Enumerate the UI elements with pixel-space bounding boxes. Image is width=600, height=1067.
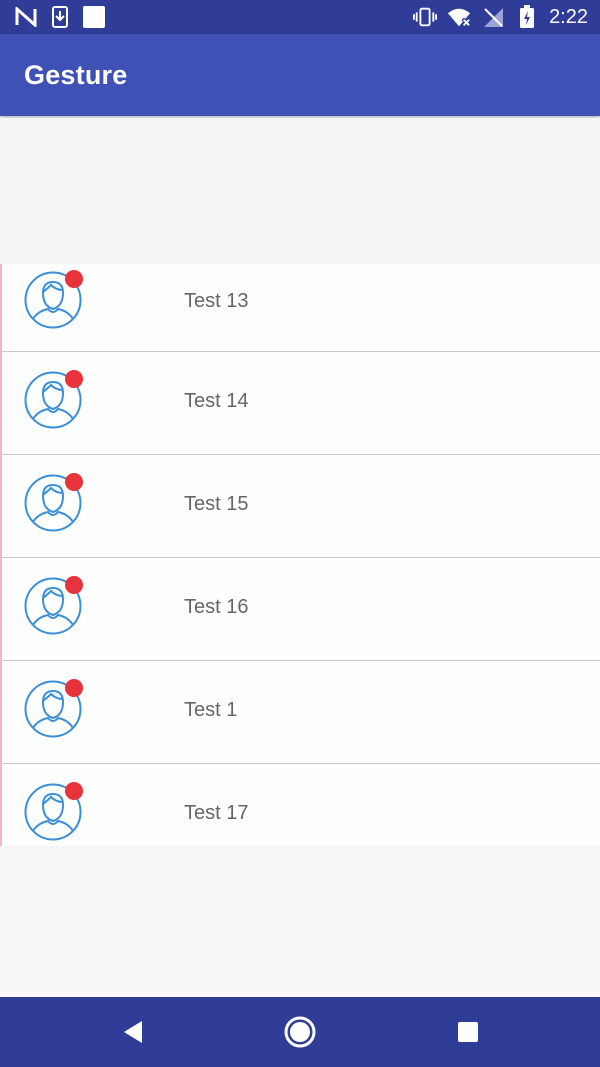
- list-item[interactable]: Test 16: [0, 558, 600, 661]
- back-icon[interactable]: [115, 1015, 149, 1049]
- home-icon[interactable]: [283, 1015, 317, 1049]
- item-label: Test 14: [184, 390, 249, 412]
- wifi-off-icon: [447, 5, 472, 29]
- status-bar: 2:22: [0, 0, 600, 34]
- item-label: Test 17: [184, 802, 249, 824]
- list-item[interactable]: Test 17: [0, 764, 600, 846]
- navigation-bar: [0, 997, 600, 1067]
- recents-icon[interactable]: [451, 1015, 485, 1049]
- list-item[interactable]: Test 1: [0, 661, 600, 764]
- list-item[interactable]: Test 14: [0, 352, 600, 455]
- empty-header-area: [0, 118, 600, 264]
- list-item[interactable]: Test 15: [0, 455, 600, 558]
- item-label: Test 15: [184, 493, 249, 515]
- notification-badge: [65, 679, 83, 697]
- notification-badge: [65, 782, 83, 800]
- empty-footer-area: [0, 848, 600, 997]
- item-label: Test 1: [184, 699, 238, 721]
- notification-badge: [65, 473, 83, 491]
- battery-charging-icon: [515, 5, 539, 29]
- status-time: 2:22: [549, 6, 588, 28]
- notification-badge: [65, 270, 83, 288]
- item-list: Test 13 Test 14 Test 15 Test 16 Test 1 T: [0, 264, 600, 846]
- app-title: Gesture: [24, 60, 128, 90]
- download-icon: [48, 5, 72, 29]
- list-item[interactable]: Test 13: [0, 264, 600, 352]
- signal-off-icon: [481, 5, 505, 29]
- notification-badge: [65, 370, 83, 388]
- square-icon: [82, 5, 106, 29]
- app-bar: Gesture: [0, 34, 600, 116]
- item-label: Test 13: [184, 290, 249, 312]
- vibrate-icon: [413, 5, 438, 29]
- item-label: Test 16: [184, 596, 249, 618]
- n-icon: [14, 5, 38, 29]
- notification-badge: [65, 576, 83, 594]
